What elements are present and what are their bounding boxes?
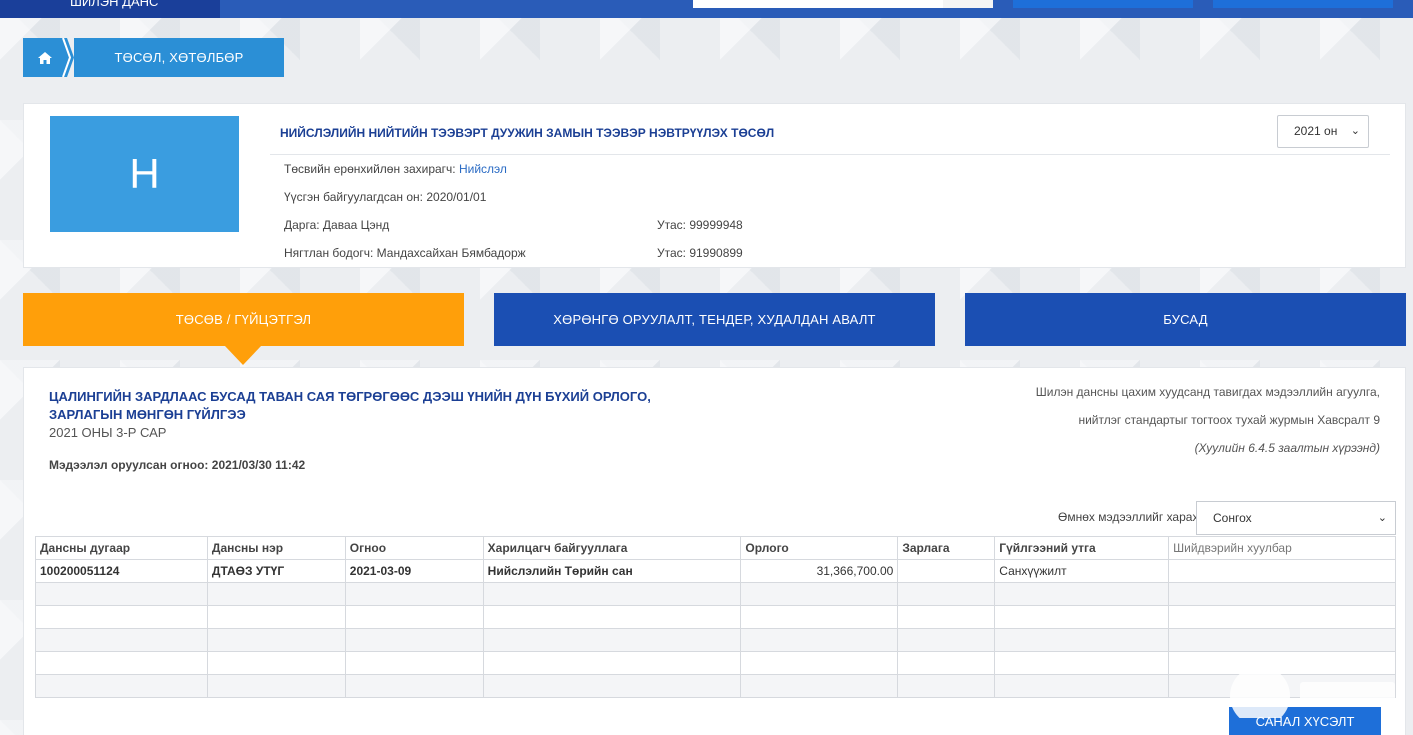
previous-info-select-value: Сонгох [1213, 511, 1252, 525]
col-account-name: Дансны нэр [206, 536, 346, 560]
budget-manager: Төсвийн ерөнхийлөн захирагч: Нийслэл [284, 162, 507, 176]
chevron-down-icon: ⌄ [1350, 125, 1360, 137]
active-tab-indicator [225, 346, 261, 365]
topbar-button-2[interactable] [1213, 0, 1393, 8]
panel-subtitle: 2021 ОНЫ 3-Р САР [49, 425, 167, 440]
founded-date: Үүсгэн байгуулагдсан он: 2020/01/01 [284, 190, 487, 204]
chevron-down-icon: ⌄ [1377, 512, 1387, 524]
col-account-number: Дансны дугаар [35, 536, 208, 560]
search-input[interactable] [693, 0, 943, 8]
home-icon [38, 51, 52, 64]
table-header-row: Дансны дугаар Дансны нэр Огноо Харилцагч… [35, 536, 1396, 560]
col-counterparty: Харилцагч байгууллага [482, 536, 742, 560]
col-decision-copy: Шийдвэрийн хуулбар [1168, 536, 1396, 560]
regulation-note-3: (Хуулийн 6.4.5 заалтын хүрээнд) [1194, 441, 1380, 455]
cell-decision-copy [1168, 559, 1396, 583]
brand-logo[interactable]: ШИЛЭН ДАНС [0, 0, 220, 18]
cell-date: 2021-03-09 [344, 559, 484, 583]
content-panel: ЦАЛИНГИЙН ЗАРДЛААС БУСАД ТАВАН САЯ ТӨГРӨ… [23, 367, 1406, 735]
organization-card: Н НИЙСЛЭЛИЙН НИЙТИЙН ТЭЭВЭРТ ДУУЖИН ЗАМЫ… [23, 103, 1406, 268]
regulation-note-1: Шилэн дансны цахим хуудсанд тавигдах мэд… [1035, 385, 1380, 399]
accountant: Нягтлан бодогч: Мандахсайхан Бямбадорж [284, 246, 526, 260]
cell-account-name: ДТАӨЗ УТҮГ [206, 559, 346, 583]
divider [270, 154, 1390, 155]
year-select-value: 2021 он [1294, 124, 1338, 138]
cell-income: 31,366,700.00 [740, 559, 899, 583]
col-description: Гүйлгээний утга [994, 536, 1170, 560]
top-bar: ШИЛЭН ДАНС [0, 0, 1413, 18]
watermark-logo [1230, 668, 1395, 718]
table-row-empty [35, 674, 1396, 698]
tab-investment[interactable]: ХӨРӨНГӨ ОРУУЛАЛТ, ТЕНДЕР, ХУДАЛДАН АВАЛТ [494, 293, 935, 346]
previous-info-label: Өмнөх мэдээллийг харах [1058, 510, 1199, 524]
topbar-button-1[interactable] [1013, 0, 1193, 8]
search-button[interactable] [943, 0, 993, 8]
entry-date-label: Мэдээлэл оруулсан огноо: [49, 458, 209, 472]
director-phone: Утас: 99999948 [657, 218, 743, 232]
table-row-empty [35, 651, 1396, 675]
col-income: Орлого [740, 536, 899, 560]
panel-title: ЦАЛИНГИЙН ЗАРДЛААС БУСАД ТАВАН САЯ ТӨГРӨ… [49, 389, 651, 422]
tab-other[interactable]: БУСАД [965, 293, 1406, 346]
cell-counterparty: Нийслэлийн Төрийн сан [482, 559, 742, 583]
breadcrumb-current: ТӨСӨЛ, ХӨТӨЛБӨР [74, 38, 284, 77]
budget-manager-label: Төсвийн ерөнхийлөн захирагч: [284, 162, 456, 176]
budget-manager-link[interactable]: Нийслэл [459, 162, 507, 176]
cell-expense [897, 559, 996, 583]
breadcrumb-separator [60, 38, 74, 77]
tab-budget[interactable]: ТӨСӨВ / ГҮЙЦЭТГЭЛ [23, 293, 464, 346]
organization-title: НИЙСЛЭЛИЙН НИЙТИЙН ТЭЭВЭРТ ДУУЖИН ЗАМЫН … [280, 126, 775, 140]
transactions-table: Дансны дугаар Дансны нэр Огноо Харилцагч… [35, 536, 1396, 698]
table-row: 100200051124 ДТАӨЗ УТҮГ 2021-03-09 Нийсл… [35, 559, 1396, 583]
regulation-note-2: нийтлэг стандартыг тогтоох тухай журмын … [1078, 413, 1380, 427]
col-date: Огноо [344, 536, 484, 560]
year-select[interactable]: 2021 он ⌄ [1277, 115, 1369, 148]
organization-logo: Н [50, 116, 239, 232]
cell-account-number: 100200051124 [35, 559, 208, 583]
table-row-empty [35, 628, 1396, 652]
table-row-empty [35, 605, 1396, 629]
table-row-empty [35, 582, 1396, 606]
entry-date: Мэдээлэл оруулсан огноо: 2021/03/30 11:4… [49, 458, 305, 472]
accountant-phone: Утас: 91990899 [657, 246, 743, 260]
previous-info-select[interactable]: Сонгох ⌄ [1196, 501, 1396, 535]
cell-description: Санхүүжилт [994, 559, 1170, 583]
director: Дарга: Даваа Цэнд [284, 218, 390, 232]
col-expense: Зарлага [897, 536, 996, 560]
entry-date-value: 2021/03/30 11:42 [211, 458, 306, 472]
